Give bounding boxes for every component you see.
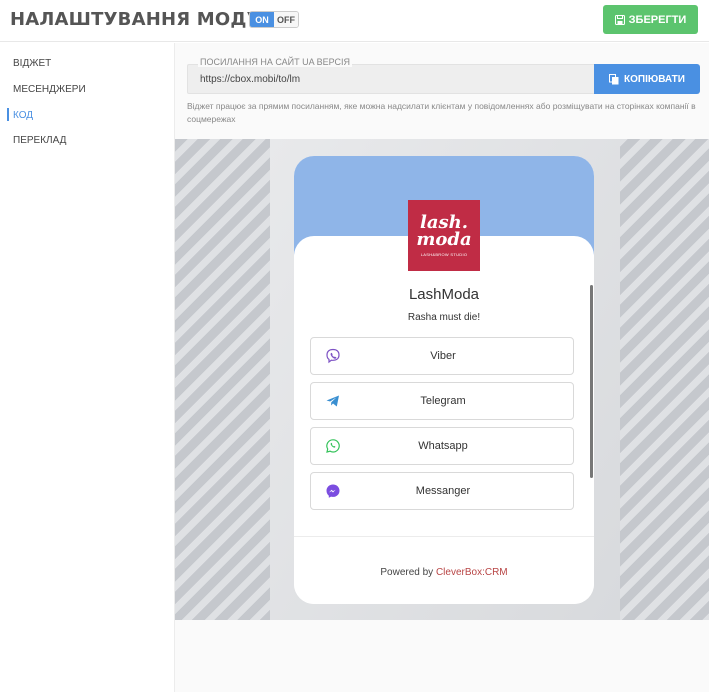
page-title: НАЛАШТУВАННЯ МОДУЛЯ — [10, 9, 290, 30]
powered-by-brand-link[interactable]: CleverBox:CRM — [436, 567, 508, 578]
powered-by-text: Powered by CleverBox:CRM — [294, 567, 594, 578]
powered-by-prefix: Powered by — [380, 567, 434, 578]
toggle-on-label[interactable]: ON — [250, 12, 274, 27]
header-bar: НАЛАШТУВАННЯ МОДУЛЯ ON OFF ЗБЕРЕГТИ — [0, 0, 709, 42]
viber-button[interactable]: Viber — [310, 337, 574, 375]
sidebar-active-indicator — [7, 108, 9, 121]
telegram-button[interactable]: Telegram — [310, 382, 574, 420]
logo-subtext: LASH&BROW STUDIO — [420, 252, 468, 257]
save-button-label: ЗБЕРЕГТИ — [628, 13, 687, 26]
sidebar-item-widget[interactable]: ВІДЖЕТ — [13, 58, 51, 69]
site-link-field[interactable]: https://cbox.mobi/to/lm — [187, 64, 595, 94]
brand-name: LashModa — [408, 286, 480, 303]
sidebar-item-translation[interactable]: ПЕРЕКЛАД — [13, 135, 66, 146]
viber-button-label: Viber — [430, 350, 456, 362]
brand-logo: lash. moda LASH&BROW STUDIO — [408, 200, 480, 271]
sidebar-item-messengers[interactable]: МЕСЕНДЖЕРИ — [13, 84, 86, 95]
card-divider — [294, 536, 594, 537]
save-button[interactable]: ЗБЕРЕГТИ — [603, 5, 698, 34]
site-link-label: ПОСИЛАННЯ НА САЙТ UA ВЕРСІЯ — [198, 57, 353, 67]
module-toggle[interactable]: ON OFF — [249, 11, 299, 28]
sidebar-item-code[interactable]: КОД — [13, 110, 33, 121]
messenger-button[interactable]: Messanger — [310, 472, 574, 510]
logo-text-line2: moda — [416, 229, 472, 250]
floppy-disk-icon — [614, 14, 625, 25]
copy-button[interactable]: КОПІЮВАТИ — [594, 64, 700, 94]
whatsapp-button-label: Whatsapp — [418, 440, 468, 452]
toggle-off-label[interactable]: OFF — [274, 12, 298, 27]
copy-button-label: КОПІЮВАТИ — [624, 73, 685, 85]
whatsapp-button[interactable]: Whatsapp — [310, 427, 574, 465]
link-hint-text: Віджет працює за прямим посиланням, яке … — [187, 101, 696, 124]
copy-icon — [609, 73, 619, 84]
brand-subtitle: Rasha must die! — [407, 312, 481, 323]
messenger-button-label: Messanger — [415, 485, 471, 497]
telegram-button-label: Telegram — [420, 395, 466, 407]
widget-card: lash. moda LASH&BROW STUDIO LashModa Ras… — [294, 156, 594, 604]
